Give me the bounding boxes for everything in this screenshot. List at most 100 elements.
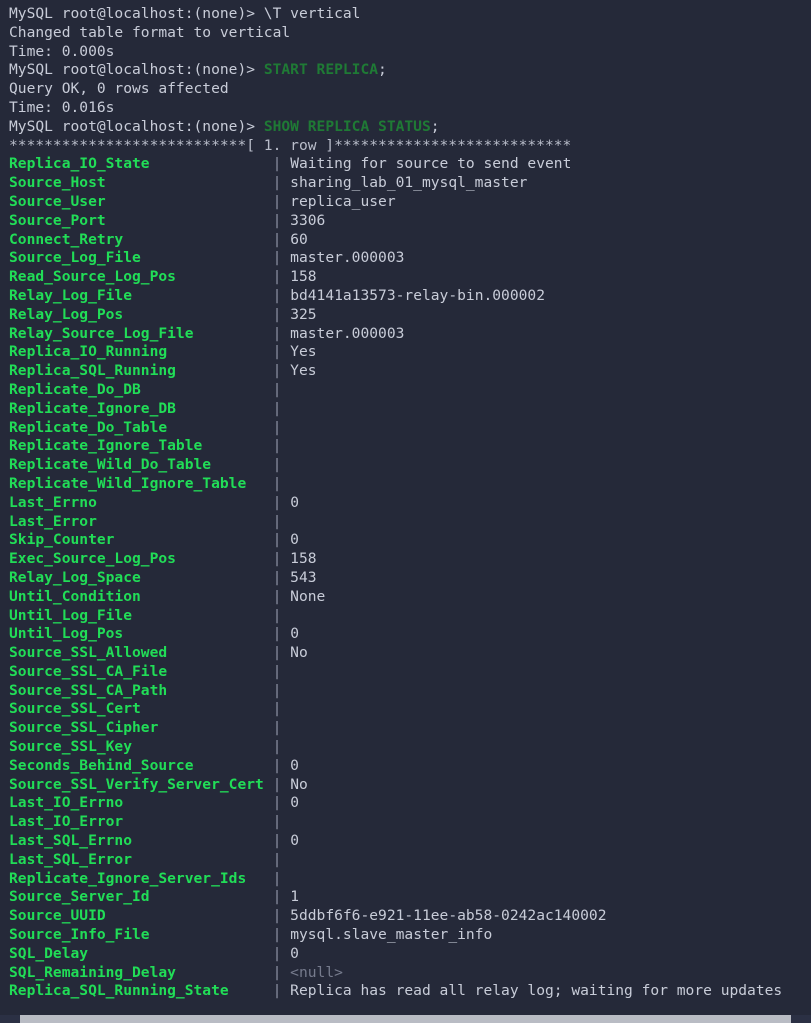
- field-name: Skip_Counter: [9, 531, 115, 549]
- result-field-row: Source_Server_Id | 1: [9, 888, 811, 907]
- field-padding: [194, 325, 273, 342]
- field-value: replica_user: [281, 192, 396, 210]
- result-field-row: Replica_SQL_Running | Yes: [9, 362, 811, 381]
- field-name: Source_User: [9, 192, 106, 210]
- field-name: Replica_IO_State: [9, 155, 150, 173]
- result-field-row: Relay_Log_Space | 543: [9, 569, 811, 588]
- column-divider: |: [272, 456, 282, 474]
- field-name: Last_IO_Error: [9, 813, 124, 831]
- result-field-row: Source_SSL_Verify_Server_Cert | No: [9, 776, 811, 795]
- column-divider: |: [272, 681, 282, 699]
- field-padding: [167, 682, 272, 699]
- terminal-command-line: MySQL root@localhost:(none)> \T vertical: [9, 5, 811, 24]
- terminal-command-line: MySQL root@localhost:(none)> SHOW REPLIC…: [9, 118, 811, 137]
- field-padding: [132, 832, 273, 849]
- field-padding: [132, 287, 273, 304]
- field-name: Source_SSL_CA_Path: [9, 681, 168, 699]
- field-padding: [123, 794, 272, 811]
- column-divider: |: [272, 380, 282, 398]
- terminal-command-line: MySQL root@localhost:(none)> START REPLI…: [9, 61, 811, 80]
- field-name: Replicate_Do_Table: [9, 418, 168, 436]
- field-padding: [202, 437, 272, 454]
- field-name: Replica_IO_Running: [9, 343, 168, 361]
- result-field-row: Replicate_Wild_Do_Table |: [9, 456, 811, 475]
- result-field-row: Until_Condition | None: [9, 588, 811, 607]
- field-padding: [97, 513, 273, 530]
- shell-prompt: MySQL root@localhost:(none)>: [9, 61, 256, 79]
- field-name: Relay_Log_File: [9, 286, 133, 304]
- result-field-row: Until_Log_Pos | 0: [9, 625, 811, 644]
- field-padding: [123, 625, 272, 642]
- field-name: Source_SSL_Cipher: [9, 719, 159, 737]
- shell-prompt: MySQL root@localhost:(none)>: [9, 117, 256, 135]
- result-field-row: Replica_SQL_Running_State | Replica has …: [9, 982, 811, 1001]
- column-divider: |: [272, 474, 282, 492]
- column-divider: |: [272, 869, 282, 887]
- field-value: mysql.slave_master_info: [281, 926, 493, 944]
- output-text: Time: 0.000s: [9, 42, 115, 60]
- result-field-row: Source_Log_File | master.000003: [9, 249, 811, 268]
- field-value: None: [281, 587, 326, 605]
- result-field-row: Source_User | replica_user: [9, 193, 811, 212]
- field-value: sharing_lab_01_mysql_master: [281, 174, 528, 192]
- result-field-row: Last_SQL_Error |: [9, 851, 811, 870]
- field-value: 0: [281, 832, 299, 850]
- field-padding: [158, 719, 272, 736]
- result-field-row: Replicate_Ignore_Table |: [9, 437, 811, 456]
- result-field-row: Until_Log_File |: [9, 607, 811, 626]
- terminal-output-line: Time: 0.000s: [9, 43, 811, 62]
- command-spacer: [255, 61, 264, 78]
- scrollbar-thumb[interactable]: [20, 1015, 791, 1023]
- field-padding: [246, 475, 272, 492]
- field-name: Until_Condition: [9, 587, 141, 605]
- field-value: 60: [281, 230, 308, 248]
- sql-keyword: SHOW REPLICA STATUS: [263, 117, 431, 135]
- field-name: Source_SSL_Cert: [9, 700, 141, 718]
- field-padding: [123, 306, 272, 323]
- result-field-row: Connect_Retry | 60: [9, 231, 811, 250]
- field-name: Exec_Source_Log_Pos: [9, 550, 176, 568]
- result-field-row: Read_Source_Log_Pos | 158: [9, 268, 811, 287]
- result-field-row: Last_IO_Error |: [9, 813, 811, 832]
- field-padding: [167, 343, 272, 360]
- result-field-row: Source_SSL_CA_File |: [9, 663, 811, 682]
- command-text: \T vertical: [255, 5, 361, 22]
- field-name: Relay_Source_Log_File: [9, 324, 194, 342]
- field-value: bd4141a13573-relay-bin.000002: [281, 286, 545, 304]
- field-value: Waiting for source to send event: [281, 155, 572, 173]
- field-value: No: [281, 644, 308, 662]
- column-divider: |: [272, 813, 282, 831]
- field-padding: [211, 456, 273, 473]
- field-value: Yes: [281, 362, 317, 380]
- output-text: Query OK, 0 rows affected: [9, 80, 229, 98]
- field-name: Last_Errno: [9, 493, 97, 511]
- field-name: Source_SSL_CA_File: [9, 662, 168, 680]
- result-field-row: SQL_Delay | 0: [9, 945, 811, 964]
- horizontal-scrollbar[interactable]: [0, 1015, 811, 1023]
- column-divider: |: [272, 738, 282, 756]
- statement-terminator: ;: [378, 61, 387, 79]
- result-field-row: Source_SSL_Cipher |: [9, 719, 811, 738]
- field-value: 0: [281, 794, 299, 812]
- result-field-row: Source_Info_File | mysql.slave_master_in…: [9, 926, 811, 945]
- field-name: Last_Error: [9, 512, 97, 530]
- result-field-row: Source_Port | 3306: [9, 212, 811, 231]
- field-padding: [150, 926, 273, 943]
- field-name: Source_Server_Id: [9, 888, 150, 906]
- column-divider: |: [272, 700, 282, 718]
- field-padding: [141, 381, 273, 398]
- column-divider: |: [272, 399, 282, 417]
- result-field-row: SQL_Remaining_Delay | <null>: [9, 964, 811, 983]
- field-name: Last_SQL_Error: [9, 850, 133, 868]
- result-field-row: Source_SSL_CA_Path |: [9, 682, 811, 701]
- field-value: 0: [281, 625, 299, 643]
- terminal-window[interactable]: MySQL root@localhost:(none)> \T vertical…: [0, 0, 811, 1023]
- result-field-row: Replica_IO_State | Waiting for source to…: [9, 155, 811, 174]
- output-text: Changed table format to vertical: [9, 23, 291, 41]
- result-field-row: Relay_Log_Pos | 325: [9, 306, 811, 325]
- column-divider: |: [272, 437, 282, 455]
- field-name: Replica_SQL_Running: [9, 362, 176, 380]
- result-field-row: Source_SSL_Key |: [9, 738, 811, 757]
- field-padding: [123, 231, 272, 248]
- column-divider: |: [272, 850, 282, 868]
